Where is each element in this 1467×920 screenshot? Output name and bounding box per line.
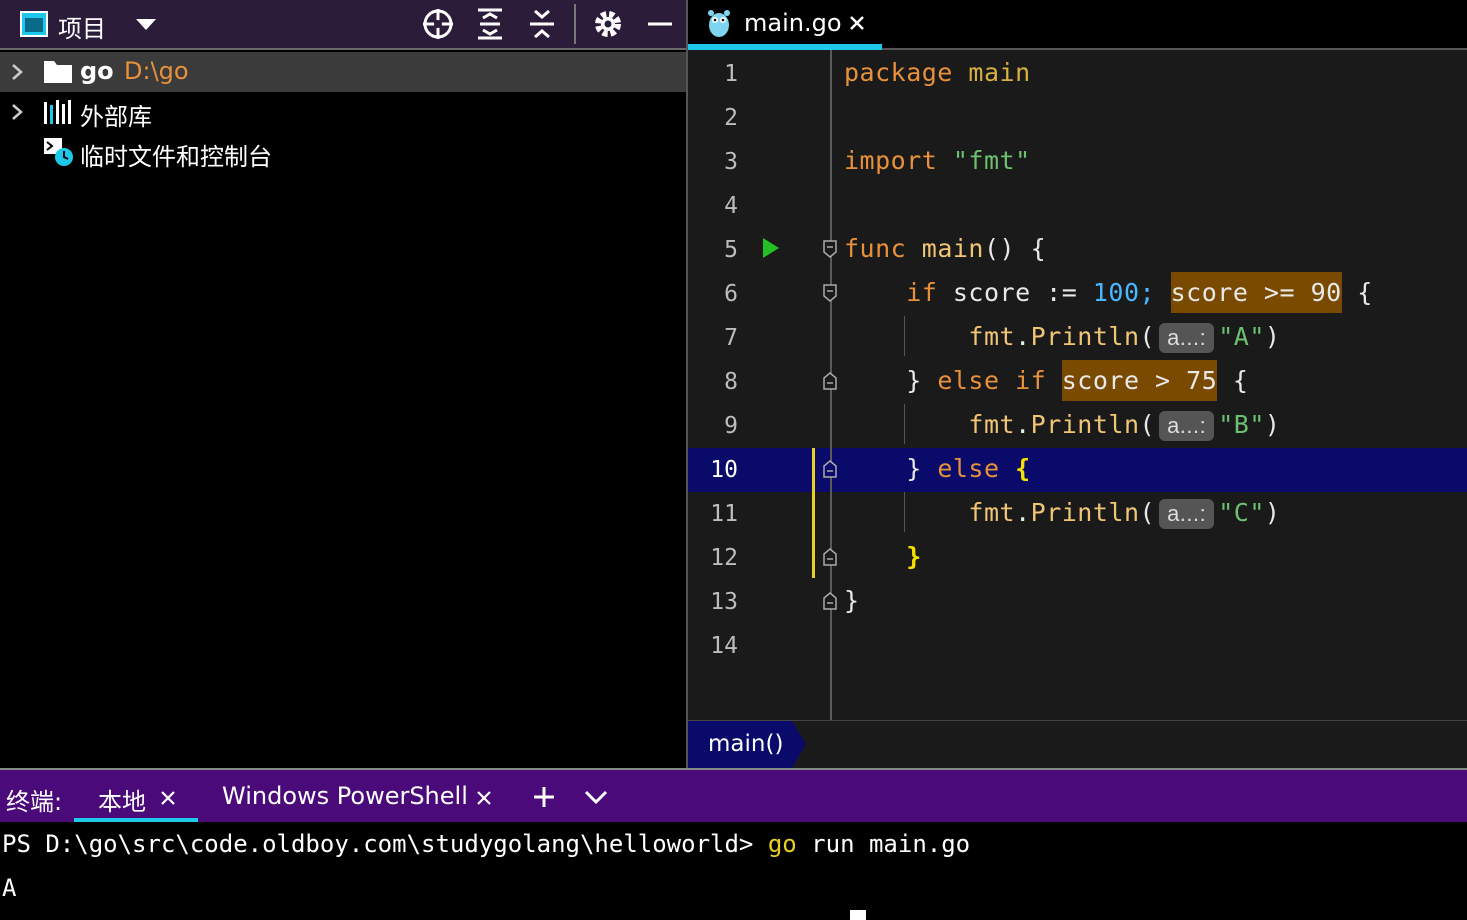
tree-item-label: go xyxy=(80,57,114,85)
tab-main-go[interactable]: main.go xyxy=(688,0,882,50)
terminal-command-keyword: go xyxy=(767,830,797,858)
editor-tab-bar: main.go xyxy=(688,0,1467,50)
change-marker xyxy=(812,448,815,578)
code-line: fmt.Println(a...: "A") xyxy=(968,322,1281,353)
fold-end-icon[interactable] xyxy=(823,460,837,478)
code-line: } xyxy=(906,542,922,571)
line-number: 14 xyxy=(710,633,738,659)
close-icon[interactable] xyxy=(160,790,176,806)
line-number: 6 xyxy=(724,281,738,307)
chevron-right-icon[interactable] xyxy=(9,60,25,84)
parameter-hint: a...: xyxy=(1159,411,1215,441)
line-number: 4 xyxy=(724,193,738,219)
fold-icon[interactable] xyxy=(823,240,837,258)
terminal-tab-local[interactable]: 本地 xyxy=(74,770,198,824)
line-number: 13 xyxy=(710,589,738,615)
library-icon xyxy=(44,100,71,124)
line-number: 1 xyxy=(724,61,738,87)
tree-item-label: 临时文件和控制台 xyxy=(80,143,272,171)
fold-end-icon[interactable] xyxy=(823,372,837,390)
terminal-tab-powershell[interactable]: Windows PowerShell xyxy=(206,770,506,824)
code-line: if score := 100; score >= 90 { xyxy=(844,272,1373,313)
project-tree: go D:\go 外部库 临时文件和控制台 xyxy=(0,50,686,768)
line-number-current: 10 xyxy=(710,457,738,483)
minimize-icon[interactable] xyxy=(642,6,678,42)
condition-highlight: score > 75 xyxy=(1061,360,1218,401)
terminal-output-line: A xyxy=(2,874,17,902)
code-line: } xyxy=(844,586,860,615)
tree-item-scratches[interactable]: 临时文件和控制台 xyxy=(0,132,686,172)
fold-end-icon[interactable] xyxy=(823,548,837,566)
code-line: package main xyxy=(844,58,1031,87)
terminal-command-args: run main.go xyxy=(796,830,971,858)
terminal-output[interactable]: PS D:\go\src\code.oldboy.com\studygolang… xyxy=(0,822,1467,920)
code-line: } else if score > 75 { xyxy=(844,360,1248,401)
project-panel-title[interactable]: 项目 xyxy=(58,9,106,44)
project-window-icon xyxy=(20,11,48,37)
code-line: import "fmt" xyxy=(844,146,1031,175)
gear-icon[interactable] xyxy=(590,6,626,42)
breadcrumb-bar: main() xyxy=(688,720,1467,769)
collapse-all-icon[interactable] xyxy=(524,6,560,42)
scratch-console-icon xyxy=(44,138,73,166)
code-line: func main() { xyxy=(844,234,1047,263)
line-number: 8 xyxy=(724,369,738,395)
code-line: fmt.Println(a...: "B") xyxy=(968,410,1281,441)
add-icon[interactable] xyxy=(532,785,556,809)
chevron-right-icon[interactable] xyxy=(9,100,25,124)
line-number: 5 xyxy=(724,237,738,263)
line-number: 11 xyxy=(710,501,738,527)
current-line-highlight xyxy=(688,448,1467,492)
tree-item-label: 外部库 xyxy=(80,103,152,131)
terminal-header: 终端: 本地 Windows PowerShell xyxy=(0,768,1467,824)
close-icon[interactable] xyxy=(848,14,866,32)
fold-end-icon[interactable] xyxy=(823,592,837,610)
parameter-hint: a...: xyxy=(1159,499,1215,529)
line-number: 3 xyxy=(724,149,738,175)
chevron-down-icon[interactable] xyxy=(584,788,608,806)
terminal-tab-label: Windows PowerShell xyxy=(222,782,468,810)
line-number: 7 xyxy=(724,325,738,351)
chevron-down-icon[interactable] xyxy=(134,16,158,32)
tree-item-external-libraries[interactable]: 外部库 xyxy=(0,92,686,132)
tree-item-go[interactable]: go D:\go xyxy=(0,52,686,92)
expand-all-icon[interactable] xyxy=(472,6,508,42)
line-number: 9 xyxy=(724,413,738,439)
toolbar-separator xyxy=(574,4,576,44)
tab-label: main.go xyxy=(744,9,842,37)
code-line: fmt.Println(a...: "C") xyxy=(968,498,1281,529)
terminal-tab-label: 本地 xyxy=(98,788,146,816)
close-icon[interactable] xyxy=(476,790,492,806)
locate-icon[interactable] xyxy=(420,6,456,42)
line-number: 12 xyxy=(710,545,738,571)
condition-highlight: score >= 90 xyxy=(1170,272,1342,313)
terminal-command-line: PS D:\go\src\code.oldboy.com\studygolang… xyxy=(2,830,970,858)
run-icon[interactable] xyxy=(762,237,780,259)
tree-item-path: D:\go xyxy=(124,57,189,85)
parameter-hint: a...: xyxy=(1159,323,1215,353)
code-line-current: } else { xyxy=(906,454,1031,483)
code-editor[interactable]: 1 2 3 4 5 6 7 8 9 10 11 12 13 14 package… xyxy=(688,50,1467,720)
gopher-icon xyxy=(708,10,730,37)
project-panel-header: 项目 xyxy=(0,0,686,50)
breadcrumb[interactable]: main() xyxy=(708,731,783,757)
terminal-cursor xyxy=(850,910,866,920)
fold-icon[interactable] xyxy=(823,284,837,302)
folder-icon xyxy=(44,61,72,83)
line-number: 2 xyxy=(724,105,738,131)
terminal-prompt: PS D:\go\src\code.oldboy.com\studygolang… xyxy=(2,830,754,858)
